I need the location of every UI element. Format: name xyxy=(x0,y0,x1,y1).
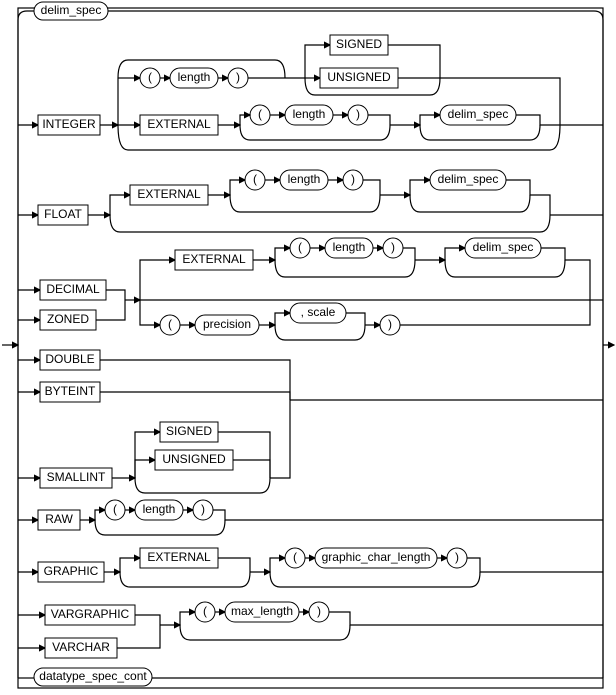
kw-float: FLOAT xyxy=(44,207,82,221)
lparen-icon-6: ( xyxy=(113,502,117,516)
lparen-icon: ( xyxy=(148,70,152,84)
kw-unsigned-1: UNSIGNED xyxy=(327,70,391,84)
rparen-icon-7: ) xyxy=(455,550,459,564)
branch-float: FLOAT EXTERNAL ( length ) delim_spec xyxy=(18,170,603,232)
kw-signed-2: SIGNED xyxy=(166,424,212,438)
nt-scale: , scale xyxy=(301,305,336,319)
kw-integer: INTEGER xyxy=(42,117,96,131)
lparen-icon-3: ( xyxy=(253,172,257,186)
lparen-icon-2: ( xyxy=(258,107,262,121)
nt-length-5: length xyxy=(143,502,176,516)
kw-external-2: EXTERNAL xyxy=(137,187,201,201)
rparen-icon-4: ) xyxy=(391,240,395,254)
nt-length-3: length xyxy=(288,172,321,186)
nt-precision: precision xyxy=(203,317,251,331)
kw-byteint: BYTEINT xyxy=(45,384,96,398)
rparen-icon-2: ) xyxy=(356,107,360,121)
branch-raw: RAW ( length ) xyxy=(18,500,603,535)
kw-smallint: SMALLINT xyxy=(47,470,106,484)
nt-max-length: max_length xyxy=(231,604,293,618)
kw-zoned: ZONED xyxy=(47,312,89,326)
kw-decimal: DECIMAL xyxy=(46,282,100,296)
rparen-icon-8: ) xyxy=(317,604,321,618)
nt-delim-spec-1: delim_spec xyxy=(448,107,509,121)
lparen-icon-8: ( xyxy=(203,604,207,618)
footer-text: datatype_spec_cont xyxy=(39,669,147,683)
kw-external-4: EXTERNAL xyxy=(147,550,211,564)
lparen-icon-4: ( xyxy=(298,240,302,254)
kw-double: DOUBLE xyxy=(45,352,94,366)
branch-vargraphic-varchar: VARGRAPHIC VARCHAR ( max_length ) xyxy=(18,602,603,658)
nt-length-2: length xyxy=(293,107,326,121)
branch-decimal-zoned: DECIMAL ZONED EXTERNAL ( length ) delim_… xyxy=(18,238,603,340)
nt-length-4: length xyxy=(333,240,366,254)
rparen-icon: ) xyxy=(236,70,240,84)
kw-unsigned-2: UNSIGNED xyxy=(162,452,226,466)
kw-external-3: EXTERNAL xyxy=(182,252,246,266)
branch-smallint: SMALLINT SIGNED UNSIGNED xyxy=(18,400,603,493)
nt-length-1: length xyxy=(178,70,211,84)
nt-graphic-char-length: graphic_char_length xyxy=(322,550,431,564)
kw-raw: RAW xyxy=(45,512,73,526)
rparen-icon-5: ) xyxy=(388,317,392,331)
kw-external-1: EXTERNAL xyxy=(147,117,211,131)
nt-delim-spec-title: delim_spec xyxy=(34,2,108,20)
kw-graphic: GRAPHIC xyxy=(44,564,99,578)
rparen-icon-3: ) xyxy=(351,172,355,186)
nt-delim-spec-3: delim_spec xyxy=(473,240,534,254)
kw-vargraphic: VARGRAPHIC xyxy=(51,607,130,621)
lparen-icon-5: ( xyxy=(168,317,172,331)
branch-byteint: BYTEINT xyxy=(18,382,290,402)
nt-datatype-spec-cont: datatype_spec_cont xyxy=(18,668,603,686)
lparen-icon-7: ( xyxy=(293,550,297,564)
title-text: delim_spec xyxy=(41,3,102,17)
nt-delim-spec-2: delim_spec xyxy=(438,172,499,186)
syntax-diagram: delim_spec INTEGER ( length ) xyxy=(0,0,616,695)
kw-signed-1: SIGNED xyxy=(336,37,382,51)
kw-varchar: VARCHAR xyxy=(52,640,110,654)
branch-graphic: GRAPHIC EXTERNAL ( graphic_char_length ) xyxy=(18,548,603,587)
rparen-icon-6: ) xyxy=(201,502,205,516)
branch-integer: INTEGER ( length ) xyxy=(18,35,603,150)
